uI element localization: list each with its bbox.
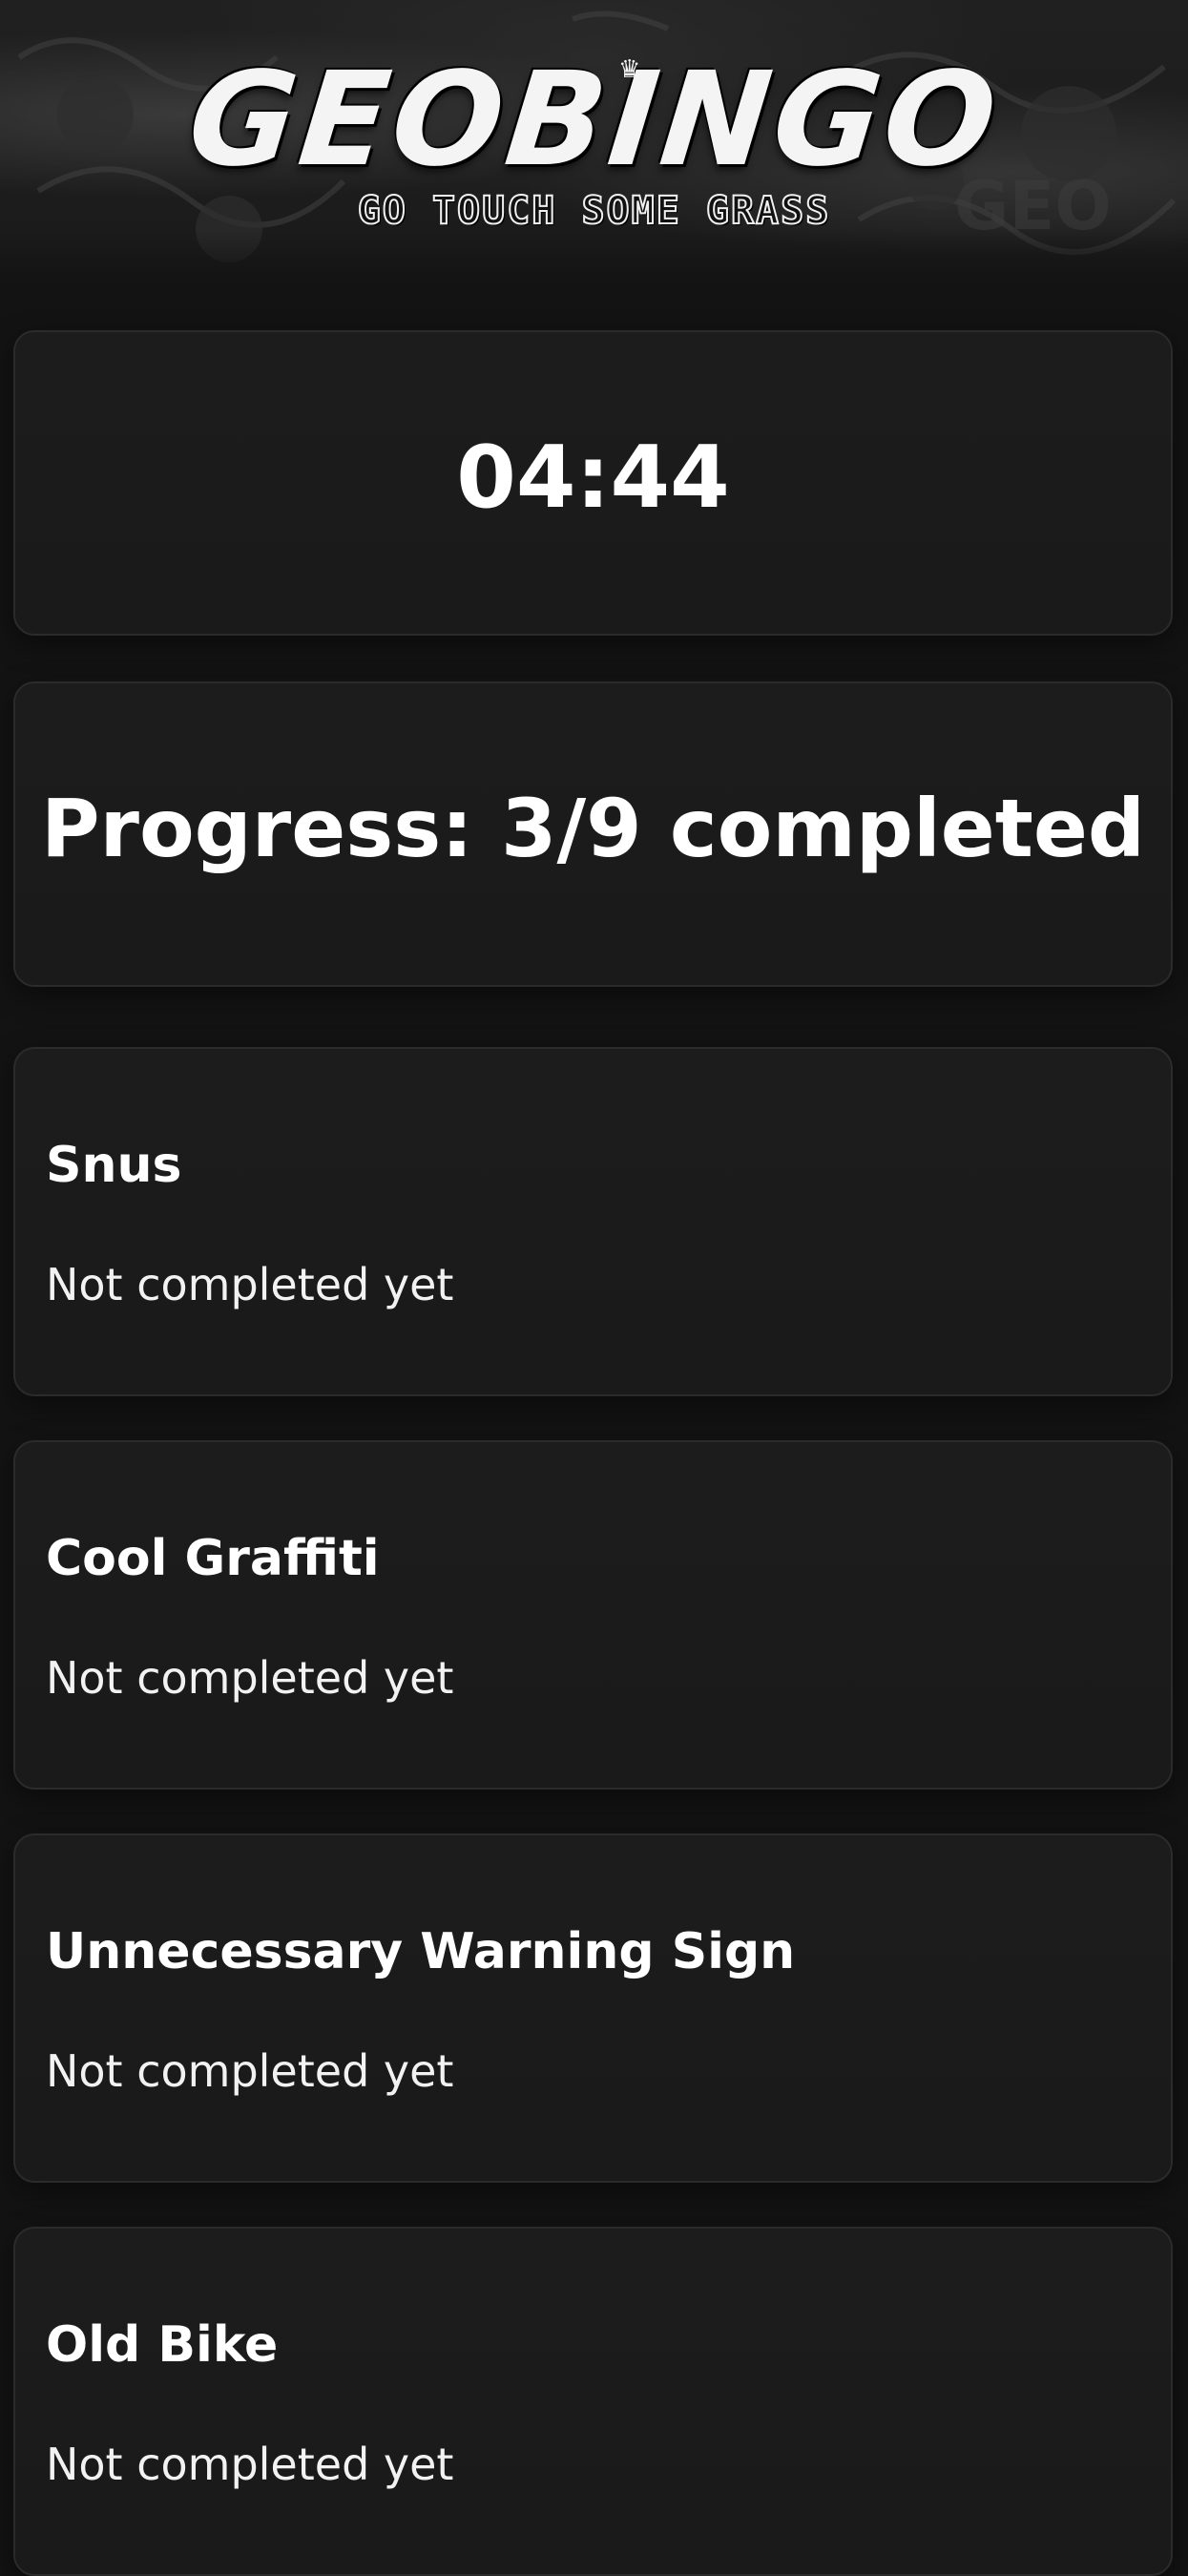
crown-icon: ♛ xyxy=(618,55,641,84)
task-title: Snus xyxy=(46,1137,182,1194)
task-title: Cool Graffiti xyxy=(46,1530,380,1587)
task-status: Not completed yet xyxy=(46,1652,454,1704)
task-status: Not completed yet xyxy=(46,2439,454,2490)
task-status: Not completed yet xyxy=(46,2045,454,2097)
task-card-snus[interactable]: Snus Not completed yet xyxy=(13,1047,1173,1396)
app-logo: ♛ GEOBINGO GO TOUCH SOME GRASS xyxy=(0,45,1188,234)
logo-title: GEOBINGO xyxy=(181,45,1007,196)
countdown-timer: 04:44 xyxy=(456,428,730,528)
progress-card: Progress: 3/9 completed xyxy=(13,681,1173,987)
task-card-cool-graffiti[interactable]: Cool Graffiti Not completed yet xyxy=(13,1440,1173,1790)
task-card-old-bike[interactable]: Old Bike Not completed yet xyxy=(13,2227,1173,2576)
task-title: Unnecessary Warning Sign xyxy=(46,1923,796,1980)
task-title: Old Bike xyxy=(46,2316,279,2374)
progress-label: Progress: 3/9 completed xyxy=(40,782,1146,875)
task-card-unnecessary-warning-sign[interactable]: Unnecessary Warning Sign Not completed y… xyxy=(13,1833,1173,2183)
timer-card: 04:44 xyxy=(13,330,1173,636)
app-header: GEO ♛ GEOBINGO GO TOUCH SOME GRASS xyxy=(0,0,1188,286)
task-status: Not completed yet xyxy=(46,1259,454,1310)
